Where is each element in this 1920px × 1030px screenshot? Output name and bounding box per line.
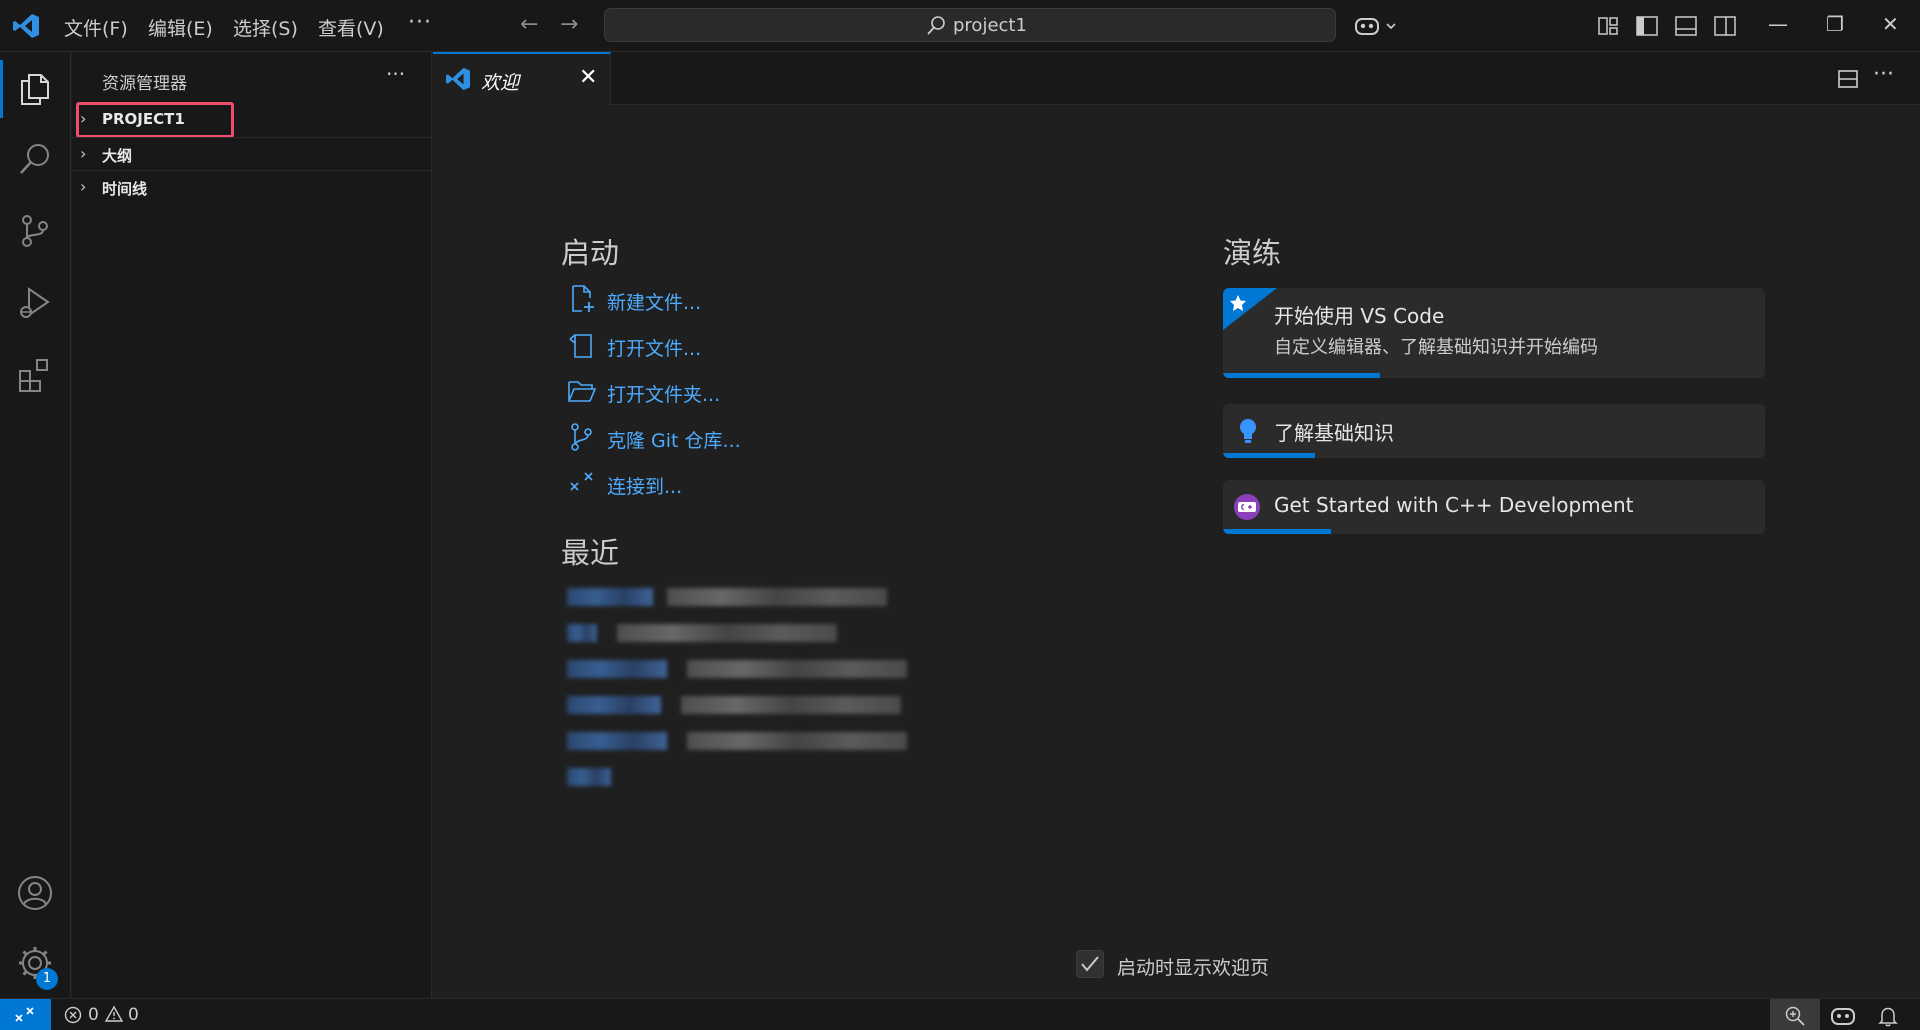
customize-layout-icon[interactable]	[1596, 14, 1620, 38]
walkthrough-progress	[1223, 373, 1381, 378]
tab-close-button[interactable]: ✕	[579, 65, 597, 90]
settings-update-badge: 1	[36, 968, 58, 990]
walkthrough-title: 开始使用 VS Code	[1274, 304, 1445, 328]
project1-highlight-box	[76, 102, 234, 138]
search-icon	[20, 144, 49, 174]
menu-view[interactable]: 查看(V)	[318, 14, 384, 41]
walkthrough-title: Get Started with C++ Development	[1274, 493, 1634, 517]
walkthrough-progress	[1223, 453, 1316, 458]
editor-tab-bar: 欢迎 ✕ ···	[433, 52, 1920, 105]
warning-count[interactable]: 0	[128, 1005, 139, 1025]
activity-settings[interactable]: 1	[0, 928, 71, 996]
show-on-startup-label: 启动时显示欢迎页	[1117, 957, 1270, 979]
activity-accounts[interactable]	[0, 858, 71, 926]
menu-file[interactable]: 文件(F)	[64, 14, 128, 41]
menu-edit[interactable]: 编辑(E)	[148, 14, 213, 41]
new-file-icon	[572, 285, 594, 312]
copilot-icon[interactable]	[1354, 14, 1402, 38]
star-badge-icon	[1223, 288, 1277, 330]
restore-button[interactable]: ❐	[1826, 12, 1844, 36]
editor-more-actions-button[interactable]: ···	[1873, 62, 1894, 87]
link-label: 克隆 Git 仓库...	[607, 430, 741, 452]
link-label: 连接到...	[607, 476, 683, 498]
sidebar-title: 资源管理器	[102, 74, 187, 94]
chevron-right-icon: ›	[80, 144, 87, 163]
back-button[interactable]: ←	[520, 12, 538, 37]
copilot-icon[interactable]	[1830, 1005, 1856, 1027]
checkmark-icon	[1081, 956, 1099, 972]
warning-icon	[104, 1005, 124, 1022]
vscode-logo-icon	[13, 14, 39, 38]
run-debug-icon	[20, 287, 50, 318]
sidebar-more-button[interactable]: ···	[386, 62, 405, 86]
section-timeline[interactable]: › 时间线	[72, 170, 431, 203]
section-label: 时间线	[102, 180, 148, 198]
activity-extensions[interactable]	[0, 340, 71, 408]
walkthrough-progress	[1223, 529, 1332, 534]
git-branch-icon	[571, 423, 592, 451]
start-section-title: 启动	[561, 236, 620, 270]
link-label: 打开文件...	[607, 338, 702, 360]
close-window-button[interactable]: ✕	[1882, 12, 1899, 36]
vscode-logo-icon	[446, 67, 470, 91]
remote-indicator[interactable]	[0, 999, 51, 1030]
section-outline[interactable]: › 大纲	[72, 137, 431, 170]
toggle-panel-icon[interactable]	[1674, 14, 1698, 38]
walkthrough-card-vscode[interactable]: 开始使用 VS Code 自定义编辑器、了解基础知识并开始编码	[1223, 288, 1765, 378]
more-menus-button[interactable]: ···	[408, 10, 432, 35]
cpp-icon	[1234, 494, 1260, 520]
activity-search[interactable]	[0, 124, 71, 192]
open-file-icon	[569, 334, 592, 358]
link-label: 新建文件...	[607, 292, 702, 314]
tab-welcome[interactable]: 欢迎 ✕	[433, 52, 611, 105]
tab-label: 欢迎	[481, 72, 520, 94]
walkthrough-description: 自定义编辑器、了解基础知识并开始编码	[1274, 337, 1598, 358]
walkthrough-title: 了解基础知识	[1274, 421, 1394, 445]
explorer-sidebar: 资源管理器 ··· › PROJECT1 › 大纲 › 时间线	[72, 52, 432, 998]
chevron-right-icon: ›	[80, 177, 87, 196]
search-icon	[927, 16, 945, 35]
section-label: 大纲	[102, 147, 133, 165]
link-label: 打开文件夹...	[607, 384, 721, 406]
explorer-icon	[21, 74, 49, 105]
toggle-secondary-sidebar-icon[interactable]	[1713, 14, 1737, 38]
activity-bar: 1	[0, 52, 71, 998]
command-center-label: project1	[953, 15, 1027, 36]
remote-icon	[15, 1007, 34, 1022]
menu-selection[interactable]: 选择(S)	[233, 14, 298, 41]
activity-explorer[interactable]	[0, 54, 71, 122]
title-bar: 文件(F) 编辑(E) 选择(S) 查看(V) ··· ← → project1…	[0, 0, 1920, 52]
minimize-button[interactable]: —	[1768, 12, 1788, 36]
remote-icon	[570, 472, 593, 491]
account-icon	[18, 876, 52, 910]
command-center-search[interactable]: project1	[604, 8, 1336, 42]
source-control-icon	[22, 215, 48, 247]
error-icon	[64, 1006, 82, 1024]
folder-open-icon	[568, 381, 597, 402]
walkthrough-card-cpp[interactable]: Get Started with C++ Development	[1223, 480, 1765, 534]
error-count[interactable]: 0	[88, 1005, 99, 1025]
lightbulb-icon	[1240, 419, 1256, 443]
bell-icon[interactable]	[1878, 1005, 1898, 1027]
zoom-in-icon	[1785, 1006, 1805, 1026]
zoom-indicator[interactable]	[1770, 999, 1820, 1030]
recent-section-title: 最近	[561, 536, 620, 570]
split-editor-icon[interactable]	[1837, 68, 1859, 90]
activity-run-debug[interactable]	[0, 268, 71, 336]
status-bar: 0 0	[0, 998, 1920, 1030]
walkthrough-card-basics[interactable]: 了解基础知识	[1223, 404, 1765, 458]
extensions-icon	[19, 359, 48, 392]
show-on-startup-checkbox[interactable]	[1076, 950, 1104, 978]
forward-button[interactable]: →	[560, 12, 578, 37]
walkthrough-section-title: 演练	[1223, 236, 1282, 270]
toggle-primary-sidebar-icon[interactable]	[1635, 14, 1659, 38]
activity-source-control[interactable]	[0, 196, 71, 264]
welcome-page: 启动 新建文件... 打开文件... 打开文件夹... 克隆 Git 仓库...	[433, 106, 1920, 998]
